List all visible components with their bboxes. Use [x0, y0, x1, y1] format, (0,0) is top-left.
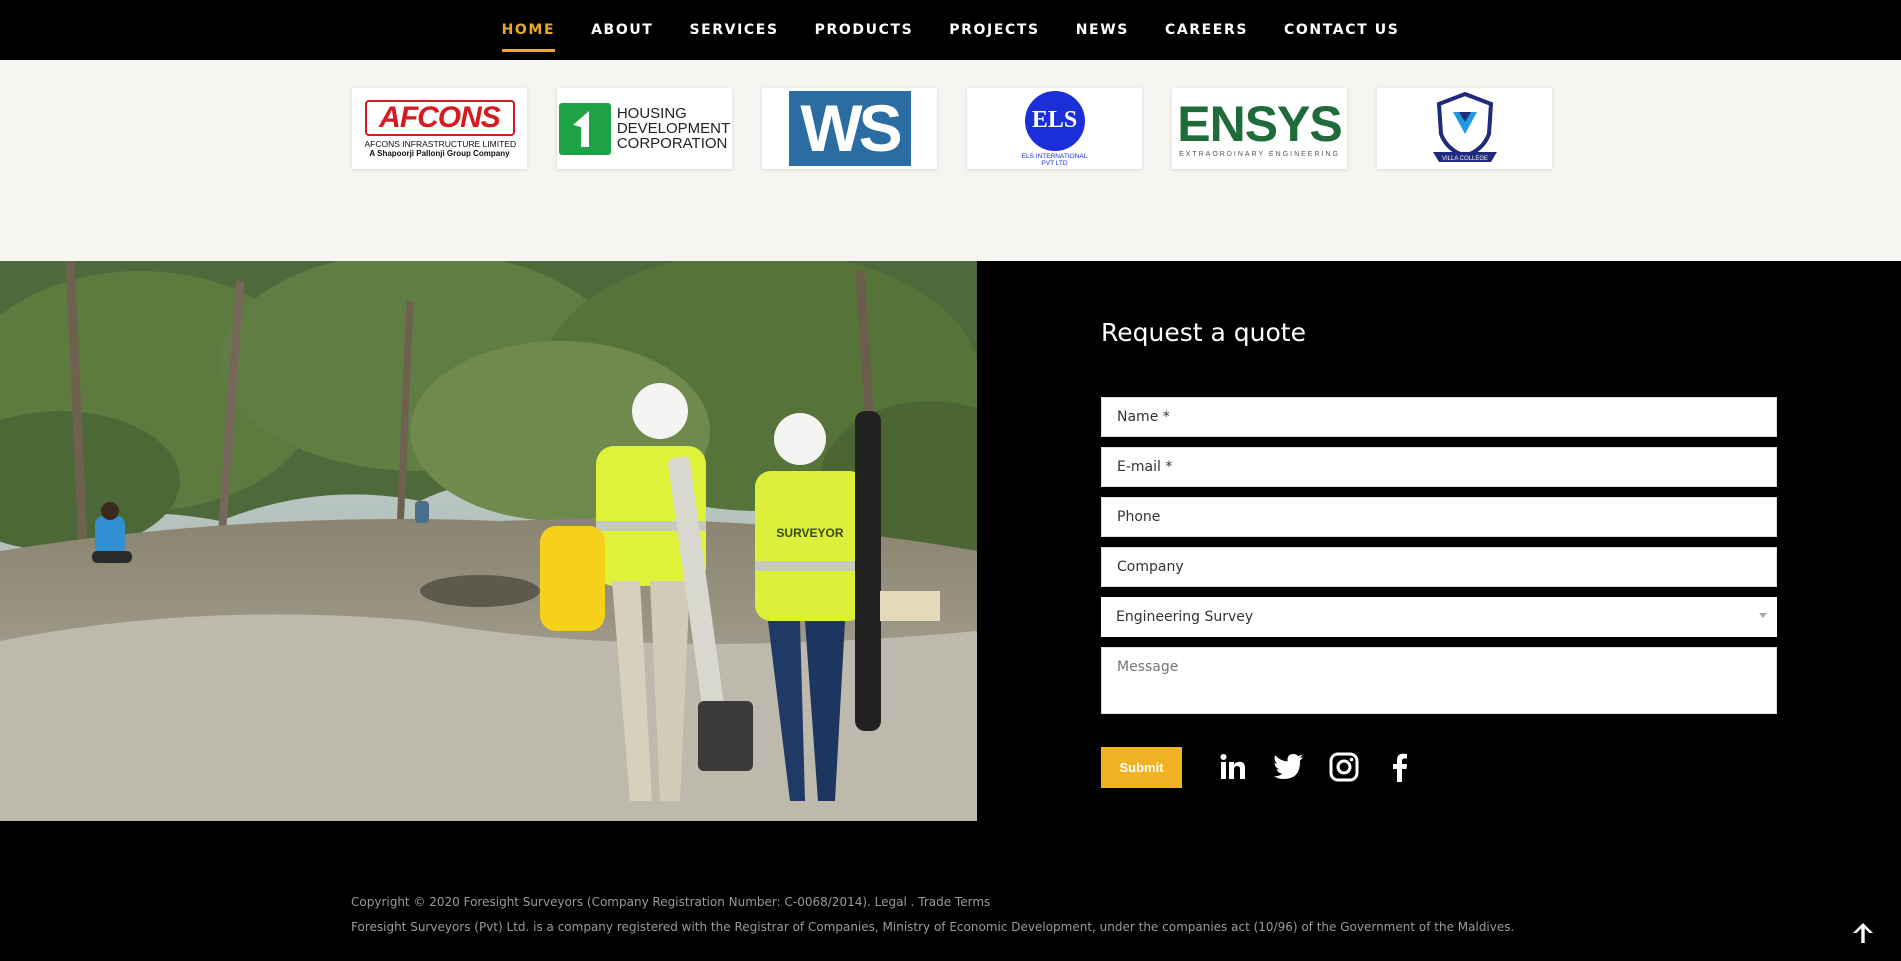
ensys-logo[interactable]: ENSYS EXTRAORDINARY ENGINEERING [1172, 88, 1347, 169]
nav-menu: HOME ABOUT SERVICES PRODUCTS PROJECTS NE… [0, 0, 1901, 60]
nav-item-about[interactable]: ABOUT [573, 0, 671, 60]
hdc-line1: HOUSING [616, 105, 687, 122]
ws-wordmark: WS [800, 91, 902, 165]
message-field[interactable] [1101, 647, 1777, 714]
els-logo[interactable]: ELS ELS INTERNATIONAL PVT LTD [967, 88, 1142, 169]
linkedin-icon[interactable] [1216, 750, 1250, 784]
surveyors-scene-image: SURVEYOR [0, 261, 977, 821]
nav-item-contact-us[interactable]: CONTACT US [1266, 0, 1417, 60]
hdc-line2: DEVELOPMENT [616, 120, 731, 137]
client-logos-section: AFCONS AFCONS INFRASTRUCTURE LIMITED A S… [0, 60, 1901, 261]
quote-form-title: Request a quote [1101, 318, 1306, 347]
nav-item-services[interactable]: SERVICES [671, 0, 796, 60]
footer: Copyright © 2020 Foresight Surveyors (Co… [0, 821, 1901, 961]
els-line2: PVT LTD [1041, 159, 1068, 167]
afcons-line1: AFCONS INFRASTRUCTURE LIMITED [364, 138, 517, 149]
ensys-tagline: EXTRAORDINARY ENGINEERING [1178, 151, 1340, 158]
footer-registration: Foresight Surveyors (Pvt) Ltd. is a comp… [351, 920, 1515, 934]
footer-copyright: Copyright © 2020 Foresight Surveyors (Co… [351, 895, 991, 909]
hdc-logo[interactable]: HOUSING DEVELOPMENT CORPORATION [557, 88, 732, 169]
twitter-icon[interactable] [1272, 750, 1306, 784]
instagram-icon[interactable] [1327, 750, 1361, 784]
afcons-line2: A Shapoorji Pallonji Group Company [369, 148, 510, 158]
nav-item-careers[interactable]: CAREERS [1147, 0, 1266, 60]
submit-button[interactable]: Submit [1101, 747, 1182, 788]
phone-field[interactable] [1101, 497, 1777, 537]
afcons-wordmark: AFCONS [379, 100, 501, 134]
villa-college-text: VILLA COLLEGE [1441, 156, 1487, 162]
nav-item-projects[interactable]: PROJECTS [931, 0, 1057, 60]
surveyors-photo: SURVEYOR [0, 261, 977, 821]
hdc-mark-icon [558, 102, 611, 155]
ensys-wordmark: ENSYS [1177, 96, 1343, 152]
els-wordmark: ELS [1031, 107, 1078, 133]
villa-college-logo[interactable]: VILLA COLLEGE [1377, 88, 1552, 169]
quote-form-section: Request a quote Engineering Survey Submi… [977, 261, 1901, 821]
service-select-value: Engineering Survey [1116, 609, 1254, 625]
chevron-down-icon [1759, 613, 1767, 618]
nav-item-home[interactable]: HOME [484, 0, 574, 60]
vest-label: SURVEYOR [776, 526, 843, 540]
facebook-icon[interactable] [1382, 750, 1416, 784]
nav-item-news[interactable]: NEWS [1058, 0, 1147, 60]
email-field[interactable] [1101, 447, 1777, 487]
hdc-line3: CORPORATION [616, 135, 728, 152]
top-navigation: HOME ABOUT SERVICES PRODUCTS PROJECTS NE… [0, 0, 1901, 60]
back-to-top-icon[interactable] [1851, 921, 1875, 945]
company-field[interactable] [1101, 547, 1777, 587]
villa-college-crest-icon: VILLA COLLEGE [1432, 91, 1497, 162]
ws-logo[interactable]: WS [762, 88, 937, 169]
service-select[interactable]: Engineering Survey [1101, 597, 1777, 637]
nav-item-products[interactable]: PRODUCTS [797, 0, 932, 60]
afcons-logo[interactable]: AFCONS AFCONS INFRASTRUCTURE LIMITED A S… [352, 88, 527, 169]
name-field[interactable] [1101, 397, 1777, 437]
els-line1: ELS INTERNATIONAL [1021, 152, 1088, 160]
